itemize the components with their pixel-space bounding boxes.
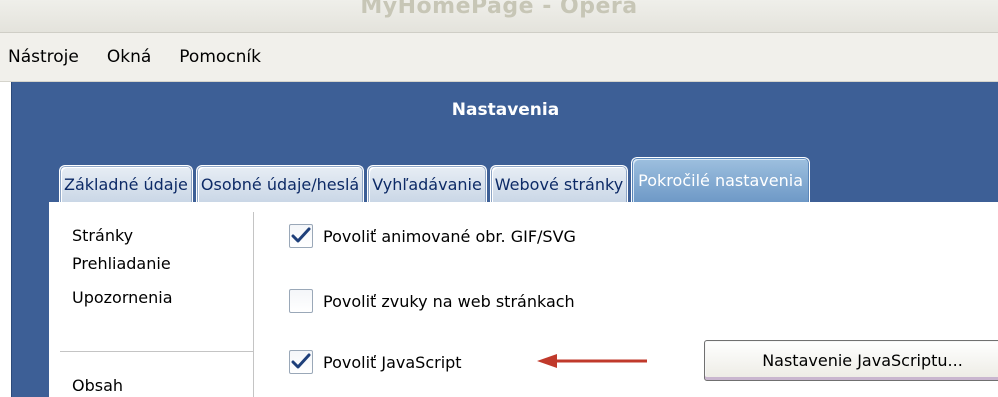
check-icon <box>291 353 311 369</box>
web-sounds-checkbox[interactable] <box>289 289 313 313</box>
tab-osobne-udaje[interactable]: Osobné údaje/heslá <box>195 165 365 203</box>
opera-window: MyHomePage - Opera Nástroje Okná Pomocní… <box>0 0 998 397</box>
animated-gif-label: Povoliť animované obr. GIF/SVG <box>323 226 576 246</box>
dialog-title: Nastavenia <box>451 100 560 120</box>
settings-dialog: Nastavenia Základné údaje Osobné údaje/h… <box>11 82 998 397</box>
tab-strip: Základné údaje Osobné údaje/heslá Vyhľad… <box>59 157 813 203</box>
settings-sidebar: Stránky Prehliadanie Upozornenia Obsah <box>60 212 254 397</box>
option-javascript[interactable]: Povoliť JavaScript <box>289 350 462 374</box>
tab-pokrocile-nastavenia[interactable]: Pokročilé nastavenia <box>631 157 810 203</box>
check-icon <box>291 227 311 243</box>
tab-zakladne-udaje[interactable]: Základné údaje <box>59 165 193 203</box>
javascript-label: Povoliť JavaScript <box>323 352 462 372</box>
menu-pomocnik[interactable]: Pomocník <box>175 45 265 69</box>
arrow-left-icon <box>537 354 647 368</box>
option-animated-gif[interactable]: Povoliť animované obr. GIF/SVG <box>289 224 576 248</box>
animated-gif-checkbox[interactable] <box>289 224 313 248</box>
tab-panel: Stránky Prehliadanie Upozornenia Obsah P… <box>49 202 998 397</box>
menu-bar: Nástroje Okná Pomocník <box>0 33 998 82</box>
option-web-sounds[interactable]: Povoliť zvuky na web stránkach <box>289 289 575 313</box>
javascript-settings-button-label: Nastavenie JavaScriptu... <box>762 351 963 370</box>
sidebar-item-obsah[interactable]: Obsah <box>72 376 123 395</box>
title-bar: MyHomePage - Opera <box>0 0 998 33</box>
menu-okna[interactable]: Okná <box>103 45 155 69</box>
sidebar-divider <box>60 351 253 352</box>
sidebar-item-prehliadanie[interactable]: Prehliadanie <box>72 254 171 273</box>
window-title: MyHomePage - Opera <box>360 0 638 19</box>
sidebar-item-stranky[interactable]: Stránky <box>72 226 133 245</box>
sidebar-item-upozornenia[interactable]: Upozornenia <box>72 288 173 307</box>
web-sounds-label: Povoliť zvuky na web stránkach <box>323 291 575 311</box>
javascript-checkbox[interactable] <box>289 350 313 374</box>
javascript-settings-button[interactable]: Nastavenie JavaScriptu... <box>704 340 998 381</box>
tab-vyhladavanie[interactable]: Vyhľadávanie <box>367 165 487 203</box>
tab-webove-stranky[interactable]: Webové stránky <box>489 165 629 203</box>
menu-nastroje[interactable]: Nástroje <box>4 45 83 69</box>
